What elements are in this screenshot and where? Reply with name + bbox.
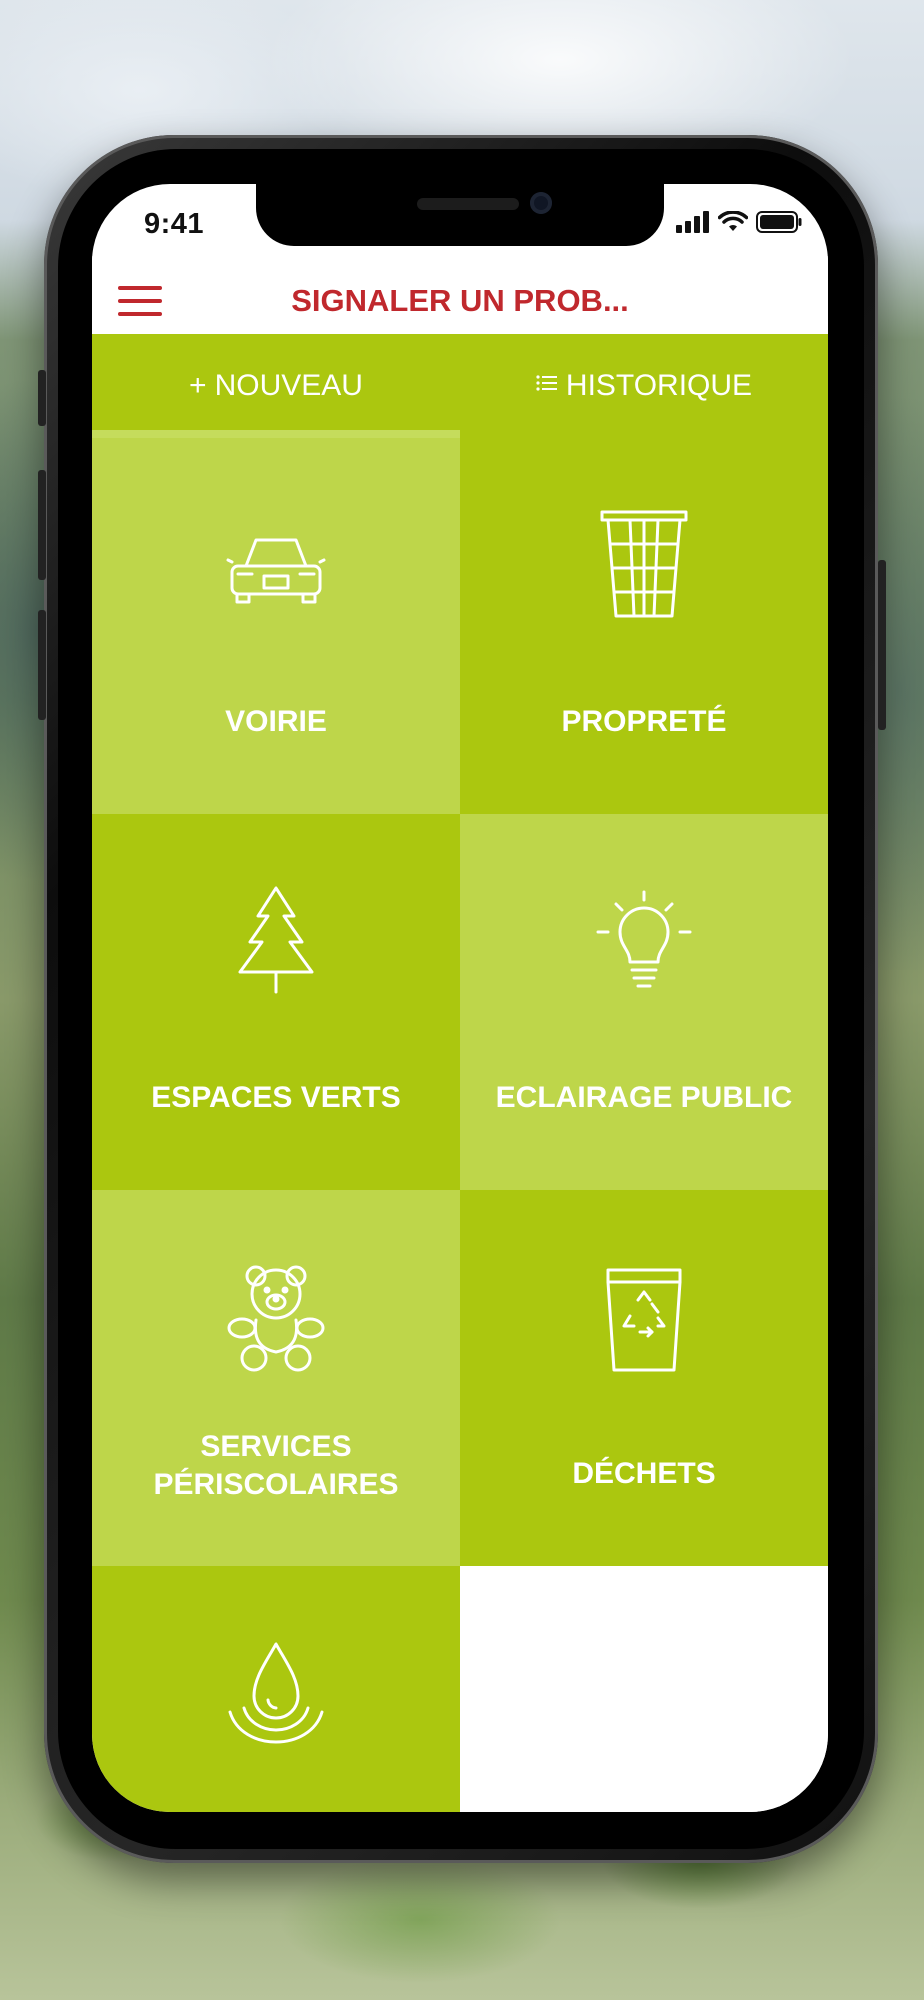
tab-historique[interactable]: HISTORIQUE	[460, 334, 828, 438]
category-espaces-verts[interactable]: ESPACES VERTS	[92, 814, 460, 1190]
lightbulb-icon	[596, 890, 692, 988]
volume-up-button	[38, 470, 46, 580]
category-label-line1: SERVICES	[200, 1430, 352, 1463]
hamburger-menu-icon[interactable]	[118, 286, 162, 320]
volume-down-button	[38, 610, 46, 720]
tab-label: NOUVEAU	[214, 369, 363, 402]
category-eclairage-public[interactable]: ECLAIRAGE PUBLIC	[460, 814, 828, 1190]
app-bar: SIGNALER UN PROB...	[92, 256, 828, 346]
tree-icon	[238, 886, 314, 994]
power-button	[878, 560, 886, 730]
tab-label: HISTORIQUE	[565, 369, 753, 402]
list-icon	[536, 373, 558, 399]
category-label: ESPACES VERTS	[151, 1081, 401, 1114]
category-grid: VOIRIE PROPRETÉ ESPACES VERTS ECLAIRAGE …	[92, 438, 828, 1812]
battery-icon	[756, 211, 802, 233]
category-eau[interactable]	[92, 1566, 460, 1812]
page-title: SIGNALER UN PROB...	[291, 283, 629, 318]
teddy-bear-icon	[227, 1265, 325, 1372]
category-label: SERVICES PÉRISCOLAIRES	[92, 1428, 460, 1504]
notch	[256, 184, 664, 246]
category-dechets[interactable]: DÉCHETS	[460, 1190, 828, 1566]
earpiece-speaker	[417, 198, 519, 210]
category-label: DÉCHETS	[572, 1457, 716, 1490]
category-label: ECLAIRAGE PUBLIC	[495, 1081, 793, 1114]
category-label-line2: PÉRISCOLAIRES	[153, 1468, 399, 1501]
recycling-bin-icon	[606, 1268, 682, 1372]
status-icons	[676, 210, 802, 234]
category-proprete[interactable]: PROPRETÉ	[460, 438, 828, 814]
category-services-periscolaires[interactable]: SERVICES PÉRISCOLAIRES	[92, 1190, 460, 1566]
wastebasket-icon	[600, 510, 688, 618]
mute-switch	[38, 370, 46, 426]
category-voirie[interactable]: VOIRIE	[92, 438, 460, 814]
tab-bar: + NOUVEAU HISTORIQUE	[92, 334, 828, 438]
car-icon	[226, 538, 326, 604]
category-label: PROPRETÉ	[561, 705, 727, 738]
plus-icon: +	[189, 369, 207, 402]
tab-nouveau[interactable]: + NOUVEAU	[92, 334, 460, 438]
category-label: VOIRIE	[225, 705, 327, 738]
empty-tile	[460, 1566, 828, 1812]
wifi-icon	[718, 211, 748, 231]
phone-screen: 9:41 SIGNALER UN PROB... + NOUVEAU HISTO…	[92, 184, 828, 1812]
cellular-signal-icon	[676, 211, 709, 233]
status-time: 9:41	[144, 208, 205, 240]
water-drop-icon	[228, 1642, 324, 1744]
front-camera	[530, 192, 552, 214]
